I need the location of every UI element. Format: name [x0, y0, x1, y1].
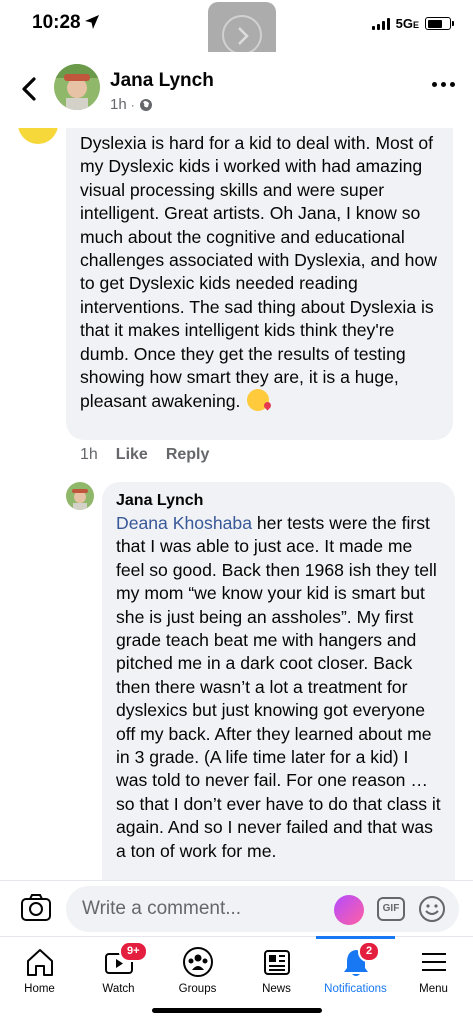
tab-menu[interactable]: Menu: [394, 937, 473, 1001]
post-header: Jana Lynch 1h ·: [0, 52, 473, 128]
reply-bubble[interactable]: Jana Lynch Deana Khoshaba her tests were…: [102, 482, 455, 880]
location-arrow-icon: [85, 15, 99, 29]
kiss-emoji-icon: [247, 389, 270, 412]
emoji-button[interactable]: [418, 895, 446, 923]
reply-author[interactable]: Jana Lynch: [116, 492, 441, 510]
back-button[interactable]: [18, 74, 42, 104]
post-meta: 1h ·: [110, 96, 153, 113]
tab-groups[interactable]: Groups: [158, 937, 237, 1001]
avatar-sticker-button[interactable]: [334, 895, 364, 925]
globe-icon: [139, 98, 152, 111]
signal-icon: [371, 17, 390, 30]
status-indicators: 5GE: [371, 16, 454, 31]
mention-link[interactable]: Deana Khoshaba: [116, 513, 252, 533]
author-name[interactable]: Jana Lynch: [110, 70, 214, 92]
tab-notifications[interactable]: 2 Notifications: [316, 936, 395, 1001]
reply-button[interactable]: Reply: [166, 446, 210, 464]
reply-text: her tests were the first that I was able…: [116, 513, 441, 861]
more-options-button[interactable]: [432, 82, 455, 87]
gif-button[interactable]: GIF: [377, 897, 405, 921]
tab-news[interactable]: News: [237, 937, 316, 1001]
camera-button[interactable]: [20, 893, 52, 923]
chevron-right-icon: [238, 27, 249, 45]
battery-icon: [425, 17, 454, 30]
home-indicator: [152, 1008, 322, 1013]
status-time: 10:28: [32, 12, 81, 33]
like-button[interactable]: Like: [116, 446, 148, 464]
watch-badge: 9+: [119, 941, 148, 962]
home-icon: [26, 949, 53, 976]
comment-actions: 1h Like Reply: [80, 446, 209, 464]
comment-composer: GIF: [0, 880, 473, 936]
post-time: 1h: [110, 96, 127, 113]
comment-text: Dyslexia is hard for a kid to deal with.…: [80, 133, 437, 412]
groups-icon: [182, 947, 213, 977]
notifications-badge: 2: [358, 941, 381, 962]
network-label: 5GE: [395, 16, 419, 31]
avatar[interactable]: [54, 64, 100, 110]
comment-time: 1h: [80, 446, 98, 463]
tab-home[interactable]: Home: [0, 937, 79, 1001]
avatar[interactable]: [66, 482, 94, 510]
news-icon: [263, 950, 290, 975]
comment-bubble[interactable]: Dyslexia is hard for a kid to deal with.…: [66, 128, 453, 440]
menu-icon: [421, 953, 446, 971]
comment-thread: Dyslexia is hard for a kid to deal with.…: [0, 128, 473, 880]
avatar[interactable]: [18, 128, 58, 144]
tab-watch[interactable]: 9+ Watch: [79, 937, 158, 1001]
